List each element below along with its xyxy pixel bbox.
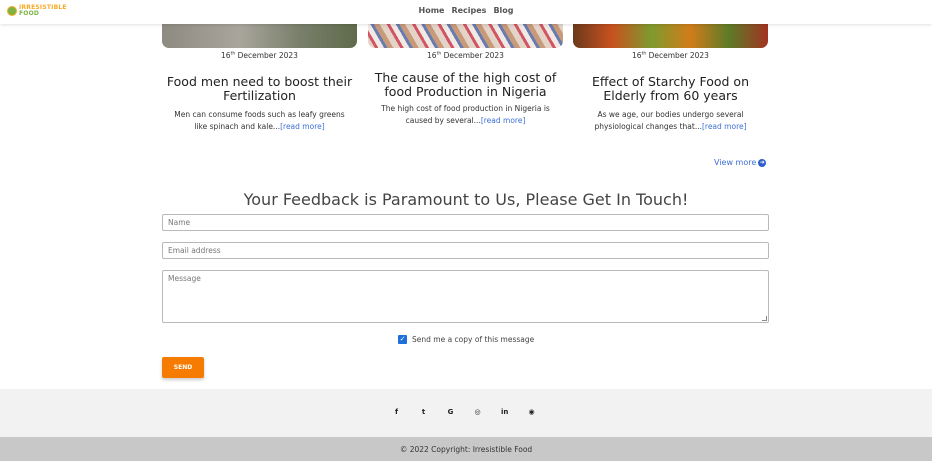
logo-line2: FOOD [19, 10, 40, 17]
message-field[interactable]: Message [162, 270, 769, 323]
navbar: IRRESISTIBLE FOOD Home Recipes Blog [0, 0, 932, 24]
card-title: Food men need to boost their Fertilizati… [166, 74, 353, 103]
resize-handle-icon[interactable] [762, 316, 767, 321]
email-field[interactable]: Email address [162, 242, 769, 259]
copyright-text: © 2022 Copyright: Irresistible Food [399, 445, 533, 454]
card-date: 16th December 2023 [221, 51, 298, 60]
blog-card-2: 16th December 2023 The cause of the high… [368, 20, 563, 127]
nav-links: Home Recipes Blog [419, 6, 514, 15]
blog-card-1: 16th December 2023 Food men need to boos… [162, 20, 357, 133]
instagram-icon[interactable]: ◎ [474, 408, 481, 416]
nav-recipes[interactable]: Recipes [451, 6, 486, 15]
card-text: Men can consume foods such as leafy gree… [174, 110, 345, 131]
facebook-icon[interactable]: f [393, 408, 400, 416]
send-button[interactable]: SEND [162, 357, 204, 378]
copy-label: Send me a copy of this message [412, 335, 535, 344]
card-title: Effect of Starchy Food on Elderly from 6… [591, 74, 749, 103]
arrow-right-circle-icon: ➜ [758, 158, 767, 167]
social-icons: f t G ◎ in ◉ [393, 408, 535, 416]
github-icon[interactable]: ◉ [528, 408, 535, 416]
email-placeholder: Email address [168, 246, 221, 255]
card-date: 16th December 2023 [632, 51, 709, 60]
copy-checkbox[interactable]: ✓ [398, 335, 407, 344]
card-text: As we age, our bodies undergo several ph… [594, 110, 747, 131]
message-placeholder: Message [168, 274, 201, 283]
card-image[interactable] [368, 20, 563, 48]
name-field[interactable]: Name [162, 214, 769, 231]
name-placeholder: Name [168, 218, 191, 227]
google-icon[interactable]: G [447, 408, 454, 416]
card-image[interactable] [162, 20, 357, 48]
logo-emblem-icon [7, 6, 17, 16]
blog-card-3: 16th December 2023 Effect of Starchy Foo… [573, 20, 768, 133]
view-more-link[interactable]: View more ➜ [714, 158, 767, 167]
view-more-label: View more [714, 158, 757, 167]
social-footer: f t G ◎ in ◉ [0, 389, 932, 437]
logo-text: IRRESISTIBLE FOOD [19, 5, 67, 17]
copy-message-option: ✓ Send me a copy of this message [398, 335, 534, 344]
nav-blog[interactable]: Blog [493, 6, 513, 15]
card-image[interactable] [573, 20, 768, 48]
card-date: 16th December 2023 [427, 51, 504, 60]
read-more-link[interactable]: [read more] [702, 122, 747, 131]
card-title: The cause of the high cost of food Produ… [374, 70, 557, 99]
nav-home[interactable]: Home [419, 6, 445, 15]
linkedin-icon[interactable]: in [501, 408, 508, 416]
read-more-link[interactable]: [read more] [280, 122, 325, 131]
copyright-bar: © 2022 Copyright: Irresistible Food [0, 437, 932, 461]
twitter-icon[interactable]: t [420, 408, 427, 416]
brand-logo[interactable]: IRRESISTIBLE FOOD [7, 5, 77, 18]
card-text: The high cost of food production in Nige… [381, 104, 550, 125]
read-more-link[interactable]: [read more] [481, 116, 526, 125]
feedback-heading: Your Feedback is Paramount to Us, Please… [243, 190, 689, 209]
